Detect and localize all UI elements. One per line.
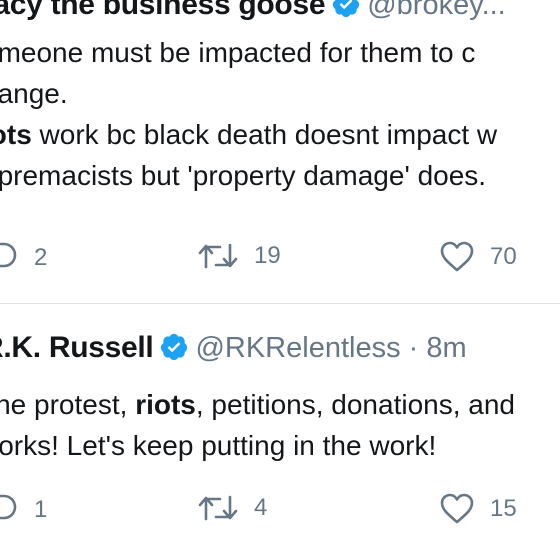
- text-span: , petitions, donations, and: [195, 389, 515, 420]
- tweet-text-line: works! Let's keep putting in the work!: [0, 430, 437, 461]
- tweet-header: racy the business goose @brokey...: [0, 0, 506, 32]
- reply-button[interactable]: 2: [0, 241, 47, 275]
- tweet-text-line: iots work bc black death doesnt impact w: [0, 114, 497, 155]
- tweet-text-line: omeone must be impacted for them to c: [0, 37, 476, 68]
- tweet-1[interactable]: racy the business goose @brokey... omeone…: [0, 0, 560, 292]
- like-button[interactable]: 15: [440, 493, 517, 525]
- reply-count: 1: [34, 496, 48, 523]
- display-name[interactable]: racy the business goose: [0, 0, 326, 21]
- tweet-header: R.K. Russell @RKRelentless · 8m: [0, 331, 467, 375]
- user-handle[interactable]: @brokey...: [367, 0, 506, 21]
- verified-badge-icon: [331, 0, 361, 24]
- retweet-button[interactable]: 4: [198, 493, 267, 523]
- user-handle[interactable]: @RKRelentless · 8m: [195, 332, 466, 364]
- reply-icon: [0, 493, 18, 527]
- text-span: The protest,: [0, 389, 128, 420]
- tweet-actions: 2 19 70: [0, 241, 560, 275]
- like-button[interactable]: 70: [440, 241, 517, 273]
- retweet-icon: [198, 241, 238, 271]
- retweet-icon: [198, 493, 238, 523]
- retweet-count: 4: [254, 494, 268, 521]
- verified-badge-icon: [159, 332, 189, 367]
- text-span: work bc black death doesnt impact w: [31, 119, 498, 150]
- tweet-text-line: upremacists but 'property damage' does.: [0, 160, 487, 191]
- tweet-text-line: hange.: [0, 78, 68, 109]
- like-count: 15: [490, 495, 517, 522]
- tweet-actions: 1 4 15: [0, 493, 560, 527]
- like-icon: [440, 493, 474, 525]
- tweet-text: omeone must be impacted for them to c ha…: [0, 32, 497, 196]
- reply-count: 2: [34, 244, 48, 271]
- bold-word: iots: [0, 119, 32, 150]
- tweet-2[interactable]: R.K. Russell @RKRelentless · 8m The prote…: [0, 303, 560, 560]
- like-count: 70: [490, 243, 517, 270]
- bold-word: riots: [135, 389, 196, 420]
- reply-button[interactable]: 1: [0, 493, 47, 527]
- tweet-text: The protest, riots, petitions, donations…: [0, 384, 515, 466]
- reply-icon: [0, 241, 18, 275]
- retweet-button[interactable]: 19: [198, 241, 281, 271]
- retweet-count: 19: [254, 242, 281, 269]
- tweet-text-line: The protest, riots, petitions, donations…: [0, 384, 515, 425]
- like-icon: [440, 241, 474, 273]
- display-name[interactable]: R.K. Russell: [0, 331, 154, 364]
